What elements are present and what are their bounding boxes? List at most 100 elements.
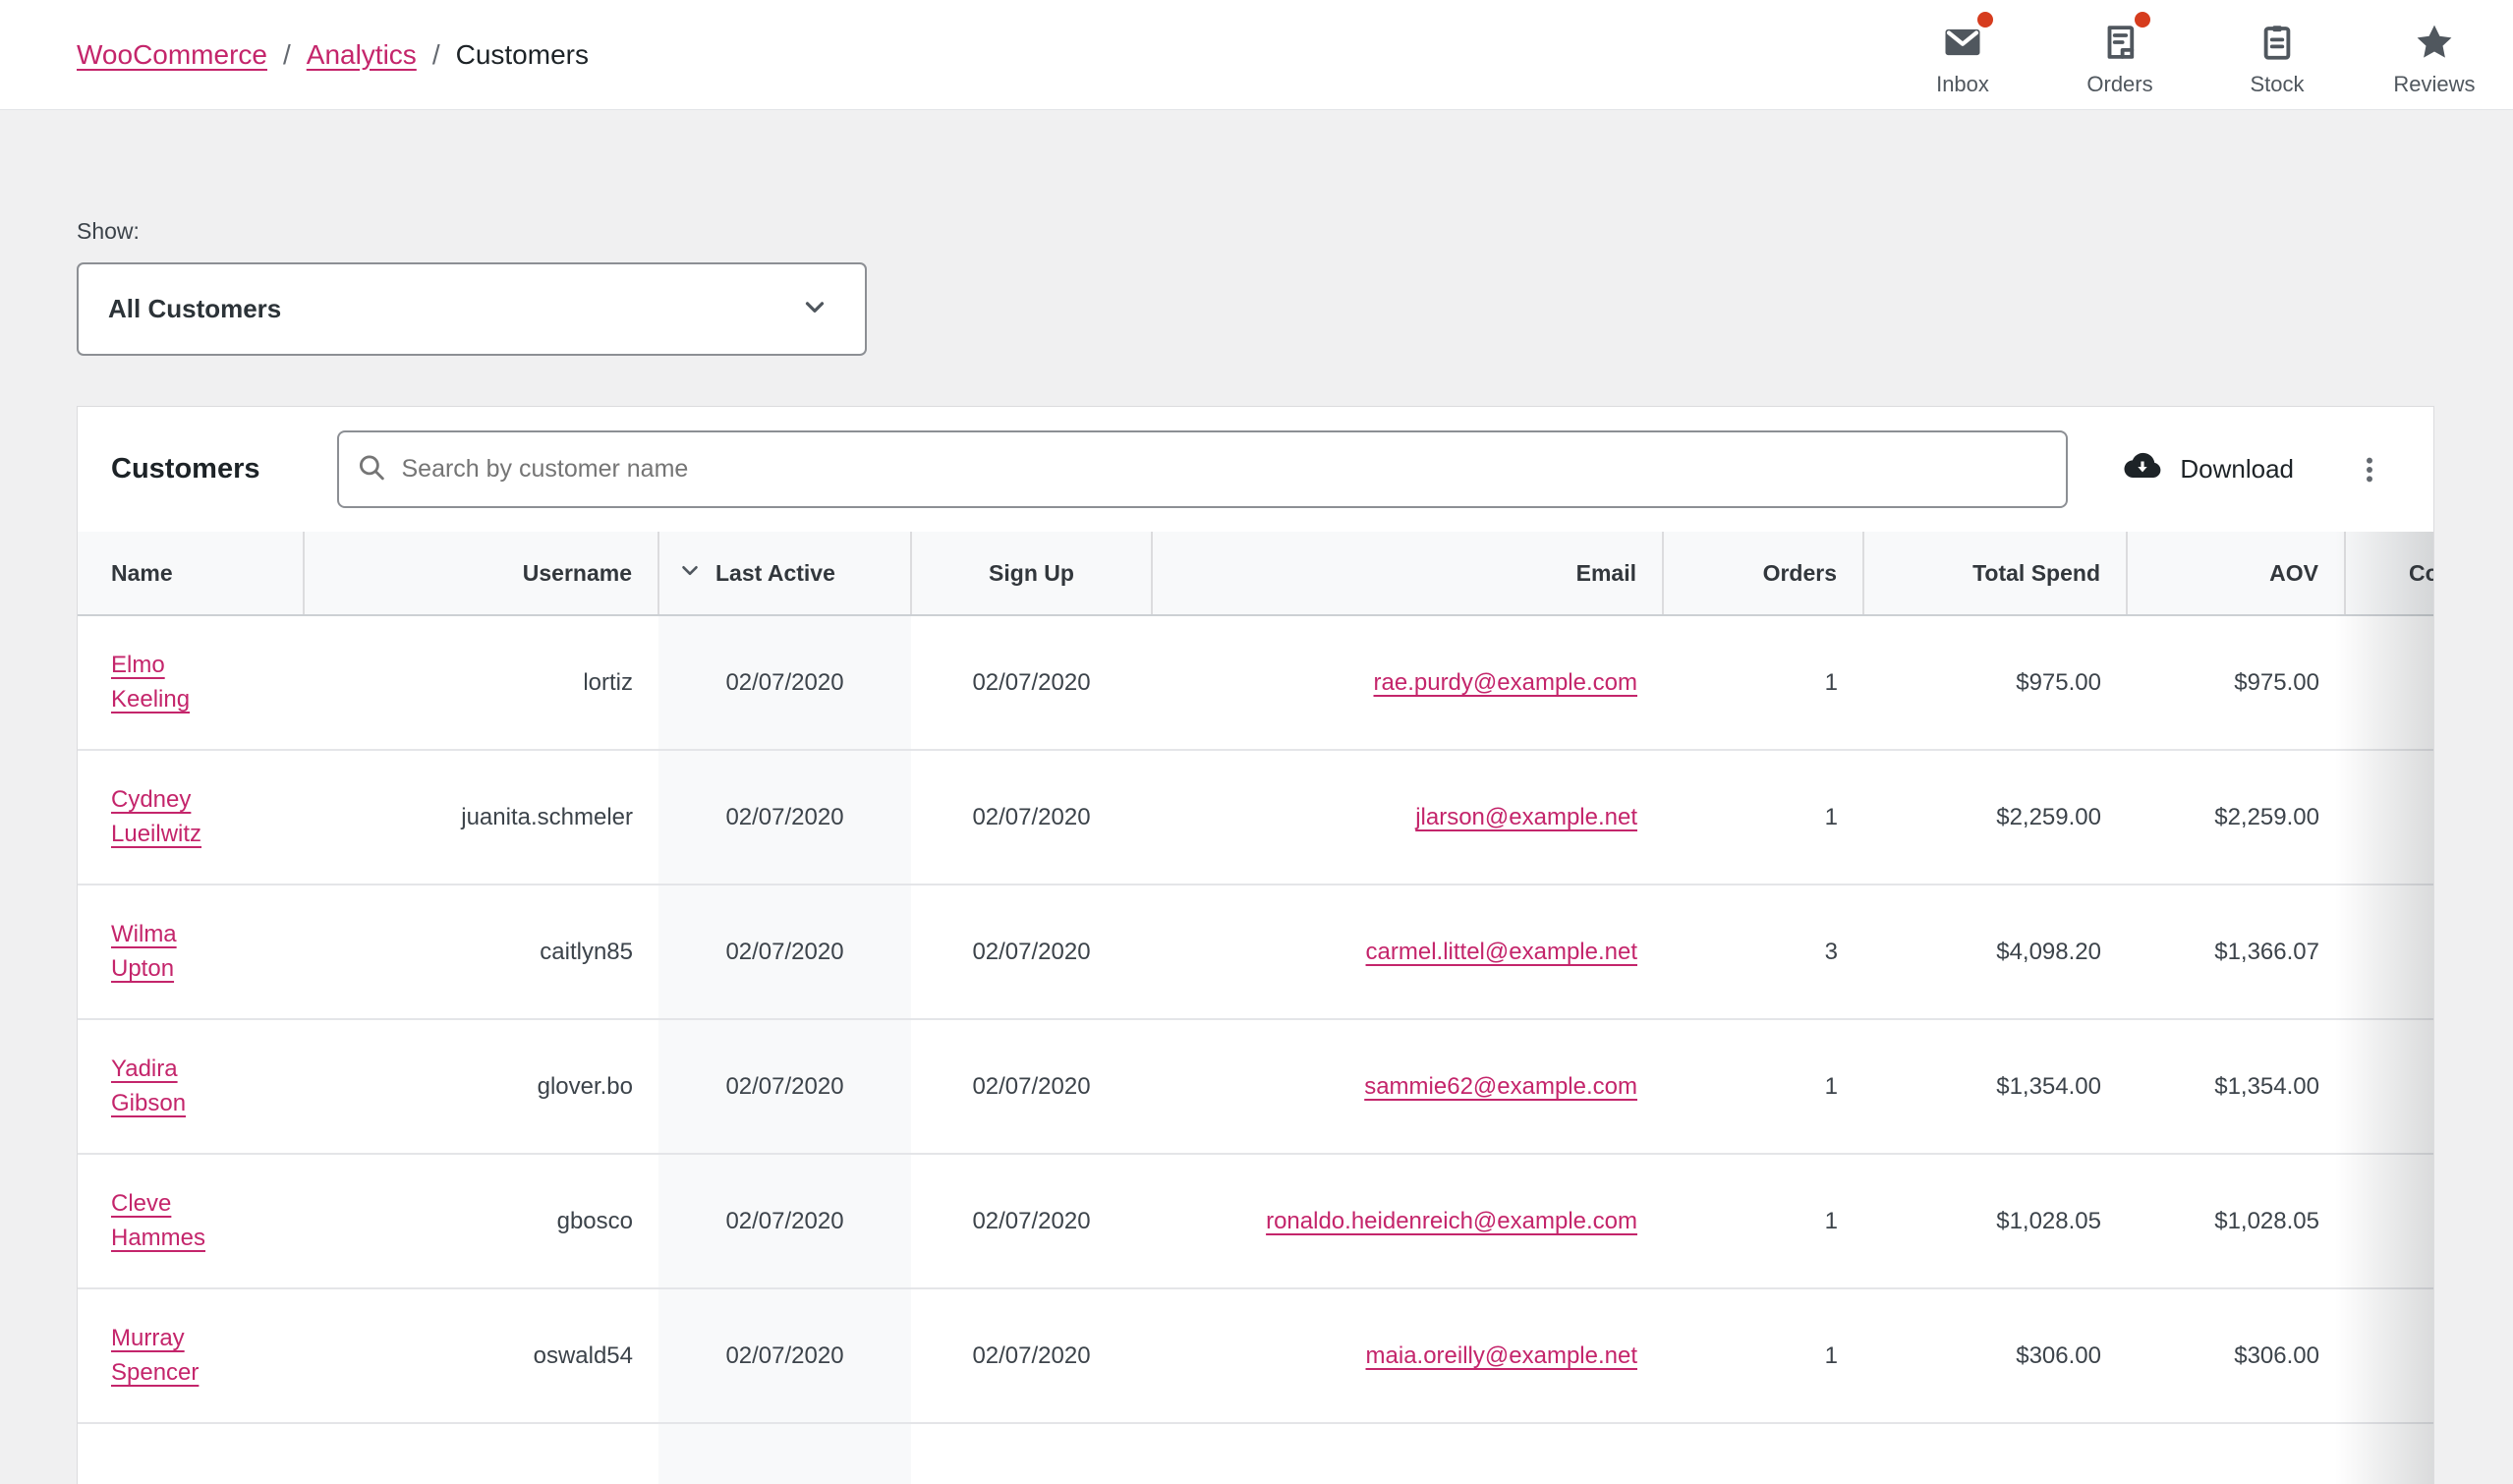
sign-up-cell: 02/07/2020 <box>911 750 1152 885</box>
customer-name-link[interactable]: WilmaUpton <box>111 918 177 987</box>
breadcrumb-separator: / <box>283 39 291 71</box>
breadcrumb-separator: / <box>432 39 440 71</box>
username-cell: caitlyn85 <box>304 885 658 1019</box>
sign-up-cell: 02/07/2020 <box>911 1288 1152 1423</box>
activity-tab-label: Orders <box>2086 72 2152 97</box>
total-spend-cell: $306.00 <box>1863 1288 2127 1423</box>
orders-cell: 1 <box>1663 615 1863 750</box>
breadcrumb-link-woocommerce[interactable]: WooCommerce <box>77 39 267 71</box>
card-title: Customers <box>111 453 260 485</box>
download-label: Download <box>2180 454 2294 485</box>
stock-icon <box>2256 20 2298 65</box>
aov-cell: $306.00 <box>2127 1288 2345 1423</box>
unread-badge <box>1977 12 1993 28</box>
customer-name-link[interactable]: MurraySpencer <box>111 1322 199 1391</box>
country-cell <box>2345 615 2433 750</box>
cloud-download-icon <box>2123 446 2162 492</box>
column-header-last-active[interactable]: Last Active <box>658 532 911 615</box>
country-cell <box>2345 750 2433 885</box>
breadcrumb-current-page: Customers <box>456 39 589 71</box>
email-cell: ronaldo.heidenreich@example.com <box>1152 1154 1663 1288</box>
customer-email-link[interactable]: ronaldo.heidenreich@example.com <box>1266 1208 1637 1234</box>
column-header-total-spend[interactable]: Total Spend <box>1863 532 2127 615</box>
email-cell: maia.oreilly@example.net <box>1152 1288 1663 1423</box>
column-header-sign-up[interactable]: Sign Up <box>911 532 1152 615</box>
table-row: MurraySpencer oswald54 02/07/2020 02/07/… <box>78 1288 2433 1423</box>
total-spend-cell: $2,259.00 <box>1863 750 2127 885</box>
aov-cell: $975.00 <box>2127 615 2345 750</box>
sign-up-cell: 02/07/2020 <box>911 1019 1152 1154</box>
activity-tab-label: Stock <box>2250 72 2304 97</box>
column-header-username[interactable]: Username <box>304 532 658 615</box>
activity-tab-reviews[interactable]: Reviews <box>2356 0 2513 97</box>
unread-badge <box>2135 12 2150 28</box>
activity-tab-label: Reviews <box>2393 72 2475 97</box>
country-cell <box>2345 1154 2433 1288</box>
customers-table-wrap: Name Username Last Active Sign Up <box>78 532 2433 1484</box>
table-row: CydneyLueilwitz juanita.schmeler 02/07/2… <box>78 750 2433 885</box>
inbox-icon <box>1942 20 1983 65</box>
customer-name-link[interactable]: CydneyLueilwitz <box>111 783 201 852</box>
customer-name-link[interactable]: ElmoKeeling <box>111 649 190 717</box>
username-cell: glover.bo <box>304 1019 658 1154</box>
name-cell: WilmaUpton <box>78 885 304 1019</box>
column-header-name[interactable]: Name <box>78 532 304 615</box>
customer-email-link[interactable]: jlarson@example.net <box>1415 804 1637 830</box>
country-cell <box>2345 1288 2433 1423</box>
name-cell: CleveHammes <box>78 1154 304 1288</box>
aov-cell: $1,028.05 <box>2127 1154 2345 1288</box>
username-cell: juanita.schmeler <box>304 750 658 885</box>
filter-label: Show: <box>77 218 2513 245</box>
customer-email-link[interactable]: maia.oreilly@example.net <box>1366 1342 1637 1369</box>
breadcrumb: WooCommerce / Analytics / Customers <box>77 39 589 71</box>
sign-up-cell: 02/07/2020 <box>911 1154 1152 1288</box>
column-header-aov[interactable]: AOV <box>2127 532 2345 615</box>
activity-tab-stock[interactable]: Stock <box>2199 0 2356 97</box>
search-icon <box>355 450 388 488</box>
username-cell: gbosco <box>304 1154 658 1288</box>
table-row: CleveHammes gbosco 02/07/2020 02/07/2020… <box>78 1154 2433 1288</box>
customer-email-link[interactable]: rae.purdy@example.com <box>1374 669 1637 696</box>
email-cell: sammie62@example.com <box>1152 1019 1663 1154</box>
orders-cell: 1 <box>1663 1019 1863 1154</box>
table-row: YadiraGibson glover.bo 02/07/2020 02/07/… <box>78 1019 2433 1154</box>
card-header: Customers Download <box>78 407 2433 532</box>
customer-name-link[interactable]: CleveHammes <box>111 1187 205 1256</box>
customer-email-link[interactable]: carmel.littel@example.net <box>1366 939 1637 965</box>
kebab-menu-button[interactable] <box>2345 445 2394 494</box>
sort-desc-icon <box>677 557 703 589</box>
last-active-cell: 02/07/2020 <box>658 1288 911 1423</box>
activity-tab-orders[interactable]: Orders <box>2041 0 2199 97</box>
search-input[interactable] <box>337 430 2069 508</box>
email-cell: carmel.littel@example.net <box>1152 885 1663 1019</box>
country-cell <box>2345 885 2433 1019</box>
customer-email-link[interactable]: sammie62@example.com <box>1364 1073 1637 1100</box>
customer-search <box>337 430 2069 508</box>
table-row: ElmoKeeling lortiz 02/07/2020 02/07/2020… <box>78 615 2433 750</box>
orders-icon <box>2099 20 2141 65</box>
activity-panel: Inbox Orders <box>1884 0 2513 110</box>
name-cell: YadiraGibson <box>78 1019 304 1154</box>
orders-cell: 1 <box>1663 1288 1863 1423</box>
column-header-country-clipped[interactable]: Co <box>2345 532 2433 615</box>
name-cell: MurraySpencer <box>78 1288 304 1423</box>
orders-cell: 1 <box>1663 1154 1863 1288</box>
aov-cell: $1,366.07 <box>2127 885 2345 1019</box>
table-header-row: Name Username Last Active Sign Up <box>78 532 2433 615</box>
last-active-cell: 02/07/2020 <box>658 750 911 885</box>
breadcrumb-link-analytics[interactable]: Analytics <box>307 39 417 71</box>
sign-up-cell: 02/07/2020 <box>911 885 1152 1019</box>
download-button[interactable]: Download <box>2123 446 2294 492</box>
email-cell: rae.purdy@example.com <box>1152 615 1663 750</box>
filter-section: Show: All Customers <box>77 110 2513 356</box>
column-header-email[interactable]: Email <box>1152 532 1663 615</box>
total-spend-cell: $4,098.20 <box>1863 885 2127 1019</box>
customer-name-link[interactable]: YadiraGibson <box>111 1053 186 1121</box>
column-header-orders[interactable]: Orders <box>1663 532 1863 615</box>
topbar: WooCommerce / Analytics / Customers Inbo… <box>0 0 2513 110</box>
activity-tab-inbox[interactable]: Inbox <box>1884 0 2041 97</box>
customers-filter-dropdown[interactable]: All Customers <box>77 262 867 356</box>
orders-cell: 1 <box>1663 750 1863 885</box>
dropdown-selected-value: All Customers <box>108 294 281 324</box>
aov-cell: $1,354.00 <box>2127 1019 2345 1154</box>
